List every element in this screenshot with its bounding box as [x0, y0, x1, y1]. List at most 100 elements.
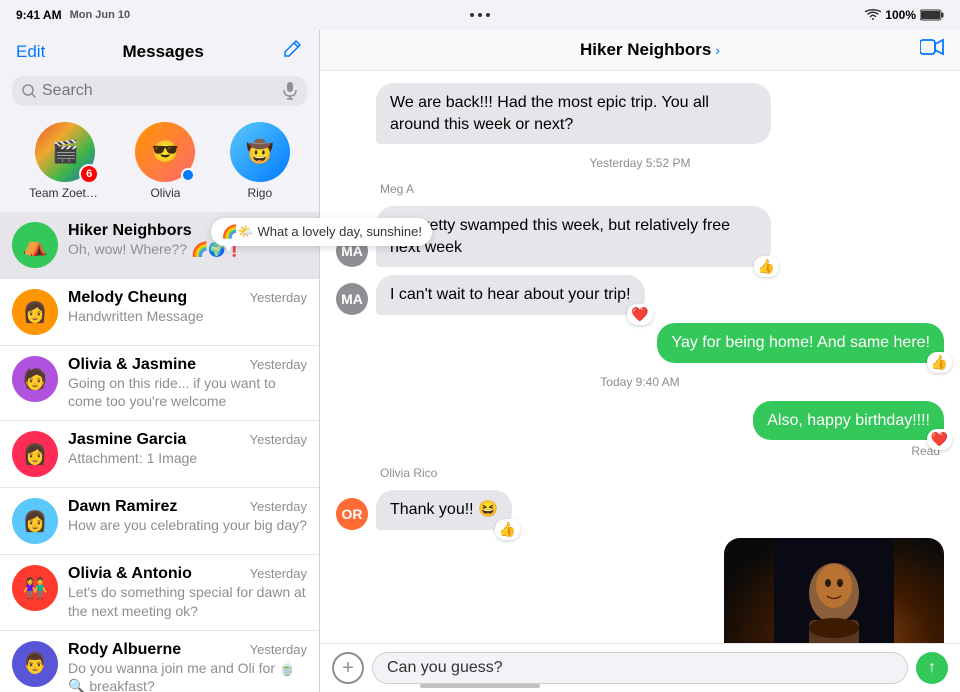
add-button[interactable]: +: [332, 652, 364, 684]
chat-title: Hiker Neighbors: [580, 40, 711, 60]
conv-preview-olivia-jasmine: Going on this ride... if you want to com…: [68, 374, 307, 410]
dot1: [470, 13, 474, 17]
conv-avatar-jasmine-garcia: 👩: [12, 431, 58, 477]
compose-icon: [281, 38, 303, 60]
compose-button[interactable]: [281, 38, 303, 66]
conv-time-jasmine-garcia: Yesterday: [250, 432, 307, 447]
conv-body-olivia-antonio: Olivia & Antonio Yesterday Let's do some…: [68, 565, 307, 619]
conv-item-olivia-jasmine[interactable]: 🧑 Olivia & Jasmine Yesterday Going on th…: [0, 346, 319, 421]
conv-time-rody-albuerne: Yesterday: [250, 642, 307, 657]
msg-avatar-meg-2: MA: [336, 283, 368, 315]
pinned-name-olivia: Olivia: [150, 186, 180, 200]
message-row-6: OR Thank you!! 😆 👍: [336, 490, 944, 530]
pinned-name-rigo: Rigo: [247, 186, 272, 200]
reaction-badge-4: 👍: [927, 352, 952, 373]
conv-body-jasmine-garcia: Jasmine Garcia Yesterday Attachment: 1 I…: [68, 431, 307, 467]
conv-preview-melody-cheung: Handwritten Message: [68, 307, 307, 325]
conv-avatar-olivia-antonio: 👫: [12, 565, 58, 611]
status-time: 9:41 AM: [16, 8, 62, 22]
conv-preview-olivia-antonio: Let's do something special for dawn at t…: [68, 583, 307, 619]
conv-avatar-olivia-jasmine: 🧑: [12, 356, 58, 402]
sender-name-olivia-rico: Olivia Rico: [380, 466, 944, 480]
conv-time-olivia-jasmine: Yesterday: [250, 357, 307, 372]
conversation-list: ⛺ Hiker Neighbors 9:40 AM Oh, wow! Where…: [0, 212, 319, 692]
message-bubble-4: Yay for being home! And same here! 👍: [657, 323, 944, 363]
reaction-badge-3: ❤️: [627, 304, 652, 325]
conv-name-olivia-antonio: Olivia & Antonio: [68, 565, 192, 583]
dot2: [478, 13, 482, 17]
status-bar-left: 9:41 AM Mon Jun 10: [16, 8, 130, 22]
video-call-button[interactable]: [920, 38, 944, 62]
conv-name-melody-cheung: Melody Cheung: [68, 289, 187, 307]
conv-body-melody-cheung: Melody Cheung Yesterday Handwritten Mess…: [68, 289, 307, 325]
reaction-badge-6: 👍: [495, 519, 520, 540]
status-bar-right: 100%: [865, 8, 944, 22]
messages-title: Messages: [123, 42, 204, 62]
unread-dot-olivia: [181, 168, 195, 182]
status-bar: 9:41 AM Mon Jun 10 100%: [0, 0, 960, 30]
reaction-badge-2: 👍: [754, 256, 779, 277]
message-bubble-3: I can't wait to hear about your trip! ❤️: [376, 275, 645, 315]
right-header: Hiker Neighbors ›: [320, 30, 960, 71]
chat-title-area[interactable]: Hiker Neighbors ›: [580, 40, 720, 60]
conv-name-rody-albuerne: Rody Albuerne: [68, 641, 181, 659]
left-panel: Edit Messages: [0, 30, 320, 692]
messages-area: We are back!!! Had the most epic trip. Y…: [320, 71, 960, 643]
search-icon: [22, 84, 36, 98]
conv-item-olivia-antonio[interactable]: 👫 Olivia & Antonio Yesterday Let's do so…: [0, 555, 319, 630]
pinned-avatar-team-zoetrope: 🎬 6: [35, 122, 95, 182]
pinned-contact-olivia[interactable]: 😎 🌈🌤️ What a lovely day, sunshine! Olivi…: [135, 122, 195, 200]
video-icon: [920, 38, 944, 56]
conv-avatar-rody-albuerne: 👨: [12, 641, 58, 687]
conv-item-melody-cheung[interactable]: 👩 Melody Cheung Yesterday Handwritten Me…: [0, 279, 319, 346]
conv-avatar-melody-cheung: 👩: [12, 289, 58, 335]
conv-item-rody-albuerne[interactable]: 👨 Rody Albuerne Yesterday Do you wanna j…: [0, 631, 319, 692]
read-label: Read: [336, 444, 944, 458]
message-bubble-5: Also, happy birthday!!!! ❤️: [753, 401, 944, 441]
timestamp-today: Today 9:40 AM: [336, 375, 944, 389]
home-indicator: [420, 684, 540, 688]
conv-avatar-hiker-neighbors: ⛺: [12, 222, 58, 268]
pinned-contact-rigo[interactable]: 🤠 Rigo: [230, 122, 290, 200]
conv-item-jasmine-garcia[interactable]: 👩 Jasmine Garcia Yesterday Attachment: 1…: [0, 421, 319, 488]
conv-time-melody-cheung: Yesterday: [250, 290, 307, 305]
conv-body-olivia-jasmine: Olivia & Jasmine Yesterday Going on this…: [68, 356, 307, 410]
conv-body-dawn-ramirez: Dawn Ramirez Yesterday How are you celeb…: [68, 498, 307, 534]
chevron-icon: ›: [715, 42, 720, 58]
text-input-wrap: [372, 652, 908, 684]
message-row-7-image: [336, 538, 944, 643]
message-row-1: We are back!!! Had the most epic trip. Y…: [336, 83, 944, 144]
input-bar: + ↑: [320, 643, 960, 692]
reaction-badge-5: ❤️: [927, 429, 952, 450]
battery-icon: [920, 9, 944, 21]
message-bubble-2: I'm pretty swamped this week, but relati…: [376, 206, 771, 267]
conv-time-dawn-ramirez: Yesterday: [250, 499, 307, 514]
search-input[interactable]: [42, 82, 277, 100]
pinned-name-team-zoetrope: Team Zoetrope: [29, 186, 101, 200]
conv-preview-rody-albuerne: Do you wanna join me and Oli for 🍵🔍 brea…: [68, 659, 307, 692]
conv-item-dawn-ramirez[interactable]: 👩 Dawn Ramirez Yesterday How are you cel…: [0, 488, 319, 555]
pinned-contacts-row: 🎬 6 Team Zoetrope 😎 🌈🌤️ What a lovely da…: [0, 114, 319, 212]
send-button[interactable]: ↑: [916, 652, 948, 684]
message-bubble-1: We are back!!! Had the most epic trip. Y…: [376, 83, 771, 144]
conv-avatar-dawn-ramirez: 👩: [12, 498, 58, 544]
status-day: Mon Jun 10: [70, 9, 131, 21]
mic-icon: [283, 82, 297, 100]
conv-body-rody-albuerne: Rody Albuerne Yesterday Do you wanna joi…: [68, 641, 307, 692]
right-panel: Hiker Neighbors › We are back!!! Had the…: [320, 30, 960, 692]
conv-preview-dawn-ramirez: How are you celebrating your big day?: [68, 516, 307, 534]
edit-button[interactable]: Edit: [16, 42, 45, 62]
wifi-icon: [865, 9, 881, 21]
search-bar: [12, 76, 307, 106]
bubble-popup: 🌈🌤️ What a lovely day, sunshine!: [211, 218, 432, 246]
message-row-5: Also, happy birthday!!!! ❤️: [336, 401, 944, 441]
message-bubble-6: Thank you!! 😆 👍: [376, 490, 512, 530]
conv-preview-jasmine-garcia: Attachment: 1 Image: [68, 449, 307, 467]
pinned-contact-team-zoetrope[interactable]: 🎬 6 Team Zoetrope: [29, 122, 101, 200]
msg-avatar-olivia: OR: [336, 498, 368, 530]
conv-name-dawn-ramirez: Dawn Ramirez: [68, 498, 177, 516]
image-bubble: [724, 538, 944, 643]
message-row-3: MA I can't wait to hear about your trip!…: [336, 275, 944, 315]
message-input[interactable]: [387, 659, 893, 677]
conv-name-olivia-jasmine: Olivia & Jasmine: [68, 356, 196, 374]
